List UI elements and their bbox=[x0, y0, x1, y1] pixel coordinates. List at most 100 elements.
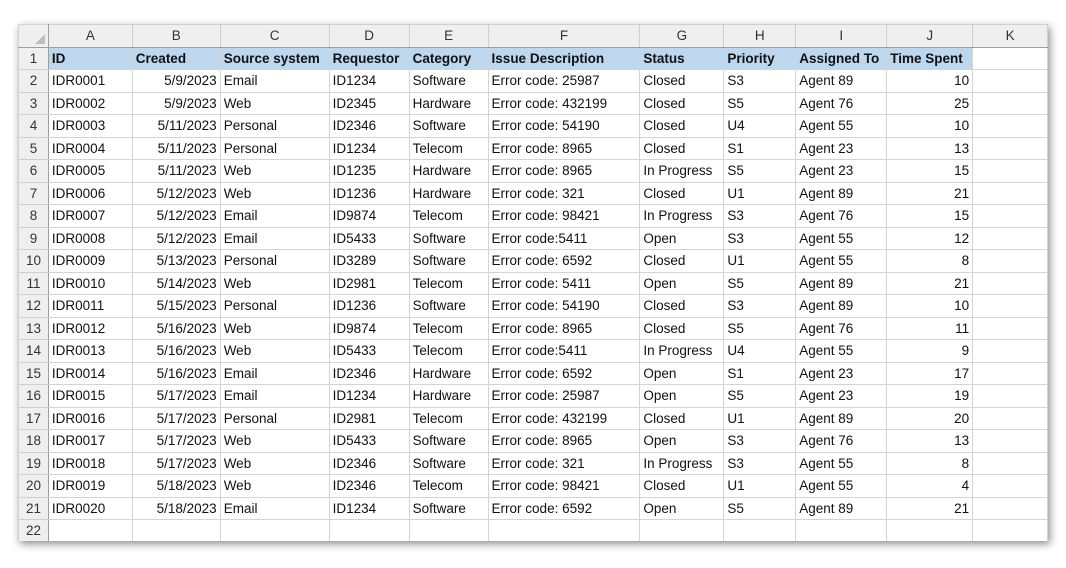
cell[interactable]: 5/12/2023 bbox=[131, 226, 221, 250]
cell[interactable]: ID2346 bbox=[328, 474, 410, 498]
cell[interactable]: ID2981 bbox=[328, 406, 410, 430]
cell[interactable]: Hardware bbox=[408, 159, 489, 183]
cell[interactable]: Email bbox=[219, 204, 330, 228]
cell[interactable] bbox=[972, 114, 1048, 138]
cell[interactable]: Error code: 6592 bbox=[487, 361, 641, 385]
select-all-button[interactable] bbox=[18, 24, 49, 48]
row-header[interactable]: 4 bbox=[18, 114, 49, 138]
cell[interactable]: In Progress bbox=[639, 339, 725, 363]
cell[interactable]: IDR0008 bbox=[47, 226, 133, 250]
cell[interactable]: Error code: 321 bbox=[487, 451, 641, 475]
row-header[interactable]: 13 bbox=[18, 316, 49, 340]
cell[interactable]: ID5433 bbox=[328, 429, 410, 453]
cell[interactable]: 5/18/2023 bbox=[131, 474, 221, 498]
cell[interactable] bbox=[795, 519, 888, 541]
cell[interactable]: Error code: 54190 bbox=[487, 114, 641, 138]
cell[interactable]: Agent 76 bbox=[795, 204, 888, 228]
cell[interactable] bbox=[972, 249, 1048, 273]
cell[interactable]: Hardware bbox=[408, 91, 489, 115]
cell[interactable]: 5/11/2023 bbox=[131, 136, 221, 160]
cell[interactable]: Web bbox=[219, 474, 330, 498]
cell[interactable]: U4 bbox=[723, 339, 797, 363]
row-header[interactable]: 22 bbox=[18, 519, 49, 541]
cell[interactable]: Software bbox=[408, 451, 489, 475]
column-header-e[interactable]: E bbox=[408, 24, 489, 48]
cell[interactable] bbox=[723, 519, 797, 541]
cell[interactable]: ID3289 bbox=[328, 249, 410, 273]
header-cell[interactable]: ID bbox=[47, 46, 133, 70]
cell[interactable]: Email bbox=[219, 496, 330, 520]
cell[interactable]: ID9874 bbox=[328, 316, 410, 340]
cell[interactable]: Agent 89 bbox=[795, 406, 888, 430]
cell[interactable]: Error code: 8965 bbox=[487, 429, 641, 453]
cell[interactable]: U1 bbox=[723, 474, 797, 498]
cell[interactable]: Software bbox=[408, 294, 489, 318]
cell[interactable]: ID1235 bbox=[328, 159, 410, 183]
cell[interactable]: IDR0013 bbox=[47, 339, 133, 363]
cell[interactable] bbox=[972, 226, 1048, 250]
cell[interactable]: S1 bbox=[723, 136, 797, 160]
cell[interactable] bbox=[131, 519, 221, 541]
cell[interactable]: Hardware bbox=[408, 361, 489, 385]
cell[interactable]: IDR0017 bbox=[47, 429, 133, 453]
header-cell[interactable]: Created bbox=[131, 46, 221, 70]
row-header[interactable]: 12 bbox=[18, 294, 49, 318]
cell[interactable] bbox=[972, 181, 1048, 205]
header-cell[interactable]: Status bbox=[639, 46, 725, 70]
cell[interactable] bbox=[972, 406, 1048, 430]
cell[interactable]: Agent 23 bbox=[795, 159, 888, 183]
cell[interactable]: Error code: 25987 bbox=[487, 69, 641, 93]
row-header[interactable]: 17 bbox=[18, 406, 49, 430]
column-header-j[interactable]: J bbox=[886, 24, 974, 48]
cell[interactable]: Closed bbox=[639, 181, 725, 205]
cell[interactable]: Software bbox=[408, 249, 489, 273]
row-header[interactable]: 5 bbox=[18, 136, 49, 160]
row-header[interactable]: 20 bbox=[18, 474, 49, 498]
cell[interactable]: 5/12/2023 bbox=[131, 204, 221, 228]
header-cell[interactable]: Issue Description bbox=[487, 46, 641, 70]
cell[interactable]: ID1234 bbox=[328, 496, 410, 520]
cell[interactable]: 21 bbox=[886, 271, 974, 295]
cell[interactable]: Telecom bbox=[408, 204, 489, 228]
cell[interactable] bbox=[972, 91, 1048, 115]
cell[interactable]: IDR0007 bbox=[47, 204, 133, 228]
cell[interactable]: 4 bbox=[886, 474, 974, 498]
cell[interactable]: ID1236 bbox=[328, 294, 410, 318]
cell[interactable]: Email bbox=[219, 69, 330, 93]
column-header-c[interactable]: C bbox=[219, 24, 330, 48]
cell[interactable]: 25 bbox=[886, 91, 974, 115]
cell[interactable]: Personal bbox=[219, 406, 330, 430]
cell[interactable]: Error code: 432199 bbox=[487, 91, 641, 115]
cell[interactable]: Telecom bbox=[408, 406, 489, 430]
cell[interactable]: Agent 76 bbox=[795, 316, 888, 340]
cell[interactable] bbox=[972, 519, 1048, 541]
cell[interactable]: IDR0012 bbox=[47, 316, 133, 340]
cell[interactable]: Agent 89 bbox=[795, 271, 888, 295]
cell[interactable] bbox=[972, 384, 1048, 408]
cell[interactable]: S5 bbox=[723, 316, 797, 340]
row-header[interactable]: 11 bbox=[18, 271, 49, 295]
cell[interactable]: ID2346 bbox=[328, 361, 410, 385]
cell[interactable]: S3 bbox=[723, 69, 797, 93]
cell[interactable]: 5/16/2023 bbox=[131, 316, 221, 340]
cell[interactable]: IDR0014 bbox=[47, 361, 133, 385]
cell[interactable]: 5/17/2023 bbox=[131, 429, 221, 453]
cell[interactable]: Error code: 8965 bbox=[487, 159, 641, 183]
cell[interactable]: 21 bbox=[886, 181, 974, 205]
cell[interactable]: In Progress bbox=[639, 159, 725, 183]
row-header[interactable]: 10 bbox=[18, 249, 49, 273]
cell[interactable]: Email bbox=[219, 361, 330, 385]
cell[interactable]: 5/16/2023 bbox=[131, 361, 221, 385]
cell[interactable]: Personal bbox=[219, 249, 330, 273]
cell[interactable]: Web bbox=[219, 451, 330, 475]
cell[interactable]: Agent 23 bbox=[795, 384, 888, 408]
row-header[interactable]: 7 bbox=[18, 181, 49, 205]
cell[interactable]: IDR0015 bbox=[47, 384, 133, 408]
cell[interactable]: S1 bbox=[723, 361, 797, 385]
cell[interactable]: Error code: 98421 bbox=[487, 204, 641, 228]
cell[interactable]: Web bbox=[219, 91, 330, 115]
cell[interactable]: 13 bbox=[886, 136, 974, 160]
cell[interactable]: Error code: 8965 bbox=[487, 136, 641, 160]
cell[interactable]: S3 bbox=[723, 429, 797, 453]
cell[interactable]: 5/9/2023 bbox=[131, 91, 221, 115]
